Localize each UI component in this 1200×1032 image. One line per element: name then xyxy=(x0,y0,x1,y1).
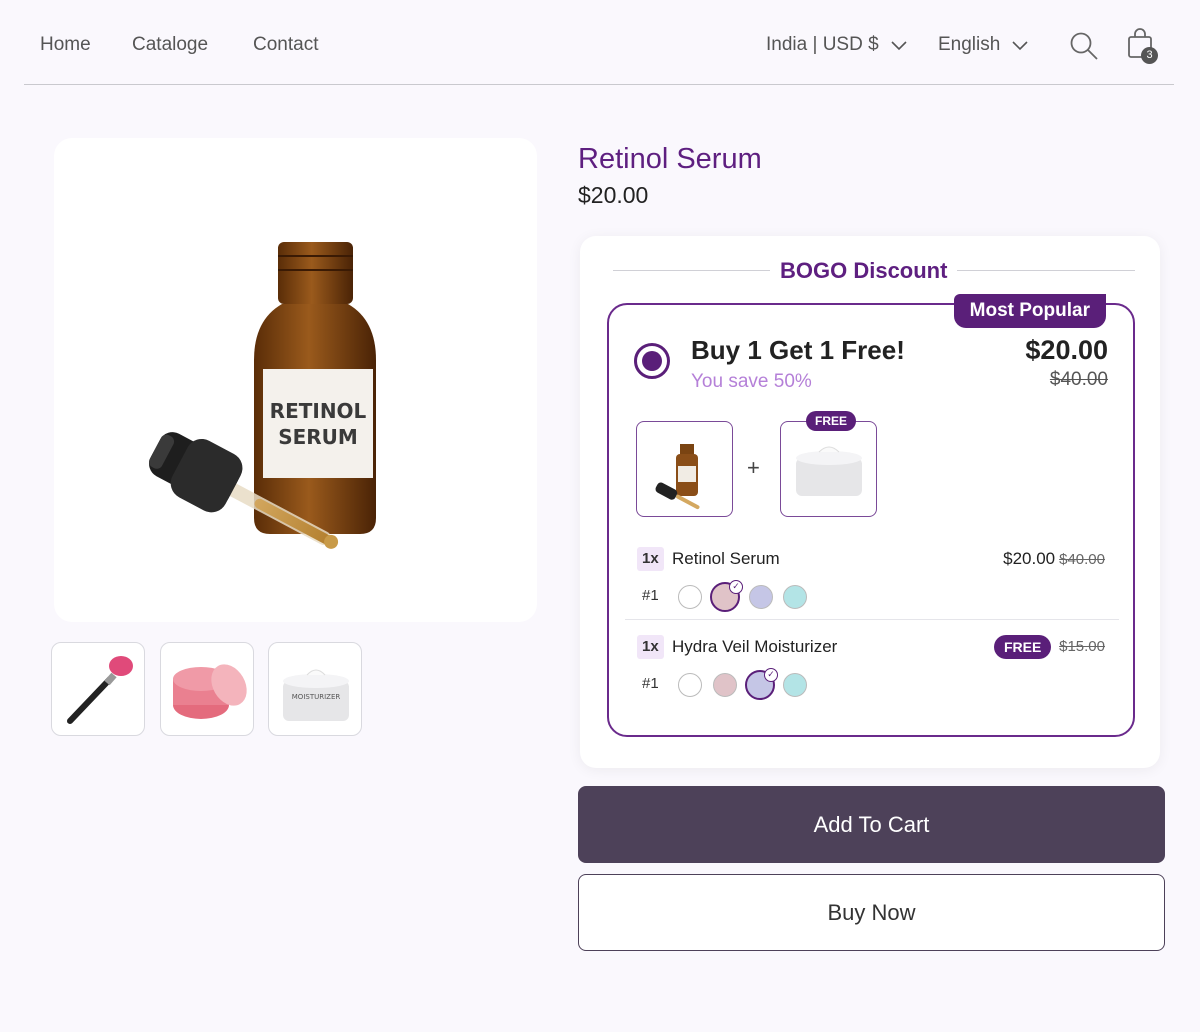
variant-label: #1 xyxy=(642,587,659,604)
add-to-cart-button[interactable]: Add To Cart xyxy=(578,786,1165,863)
item-divider xyxy=(625,619,1119,620)
item-name: Retinol Serum xyxy=(672,549,780,568)
cart-count-badge: 3 xyxy=(1141,47,1158,64)
chevron-down-icon xyxy=(1012,41,1028,51)
bogo-offer-option[interactable]: Most Popular Buy 1 Get 1 Free! You save … xyxy=(607,294,1135,737)
offer-compare-price: $40.00 xyxy=(1049,369,1108,390)
color-swatch-aqua[interactable] xyxy=(783,585,807,609)
free-tag: FREE xyxy=(806,411,857,431)
makeup-brush-image xyxy=(67,656,133,724)
retinol-serum-bottle-image: RETINOL SERUM xyxy=(149,242,376,549)
item-price: $20.00 xyxy=(1003,549,1056,568)
product-price: $20.00 xyxy=(578,182,649,208)
item-quantity: 1x xyxy=(637,547,664,571)
thumbnail-scrub-jar[interactable] xyxy=(160,642,254,736)
bundle-item-moisturizer-image xyxy=(780,421,877,517)
offer-savings: You save 50% xyxy=(691,371,812,392)
region-currency-label: India | USD $ xyxy=(766,34,879,55)
offer-title: Buy 1 Get 1 Free! xyxy=(691,335,905,365)
color-swatch-pink[interactable] xyxy=(713,673,737,697)
site-header: Home Cataloge Contact India | USD $ Engl… xyxy=(24,0,1174,85)
item-quantity: 1x xyxy=(637,635,664,659)
nav-catalog-link[interactable]: Cataloge xyxy=(132,34,208,56)
retinol-serum-thumb-image xyxy=(655,444,700,510)
free-price-badge: FREE xyxy=(994,635,1052,659)
search-icon[interactable] xyxy=(1069,31,1099,61)
thumbnail-makeup-brush[interactable] xyxy=(51,642,145,736)
region-currency-selector[interactable]: India | USD $ xyxy=(766,34,907,56)
most-popular-badge: Most Popular xyxy=(953,294,1106,328)
nav-home-link[interactable]: Home xyxy=(40,34,91,56)
color-swatch-white[interactable] xyxy=(678,673,702,697)
product-main-image[interactable]: RETINOL SERUM xyxy=(54,138,537,622)
plus-sign: + xyxy=(747,455,760,480)
language-label: English xyxy=(938,34,1001,55)
bogo-heading: BOGO Discount xyxy=(770,258,958,284)
color-swatch-lavender[interactable] xyxy=(749,585,773,609)
offer-price: $20.00 xyxy=(1025,335,1108,365)
color-swatch-white[interactable] xyxy=(678,585,702,609)
item-price-group: $20.00 $40.00 xyxy=(1003,549,1105,569)
check-icon: ✓ xyxy=(729,580,743,594)
item-compare-price: $40.00 xyxy=(1059,551,1105,568)
check-icon: ✓ xyxy=(764,668,778,682)
bogo-discount-card: BOGO Discount Most Popular Buy 1 Get 1 F… xyxy=(580,236,1160,768)
bottle-label-line2: SERUM xyxy=(278,425,358,449)
buy-now-button[interactable]: Buy Now xyxy=(578,874,1165,951)
bottle-label-line1: RETINOL xyxy=(270,399,367,423)
moisturizer-thumb-image xyxy=(796,446,862,496)
chevron-down-icon xyxy=(891,41,907,51)
item-name: Hydra Veil Moisturizer xyxy=(672,637,838,656)
cart-button[interactable]: 3 xyxy=(1126,27,1162,65)
variant-label: #1 xyxy=(642,675,659,692)
thumbnail-moisturizer-jar[interactable]: MOISTURIZER xyxy=(268,642,362,736)
scrub-jar-image xyxy=(173,664,247,719)
nav-contact-link[interactable]: Contact xyxy=(253,34,318,56)
color-swatch-aqua[interactable] xyxy=(783,673,807,697)
bundle-item-serum-image xyxy=(636,421,733,517)
offer-radio-selected[interactable] xyxy=(634,343,670,379)
language-selector[interactable]: English xyxy=(938,34,1028,56)
moisturizer-jar-image: MOISTURIZER xyxy=(283,669,349,721)
jar-label: MOISTURIZER xyxy=(292,693,341,701)
product-title: Retinol Serum xyxy=(578,143,762,175)
item-compare-price: $15.00 xyxy=(1059,638,1105,655)
